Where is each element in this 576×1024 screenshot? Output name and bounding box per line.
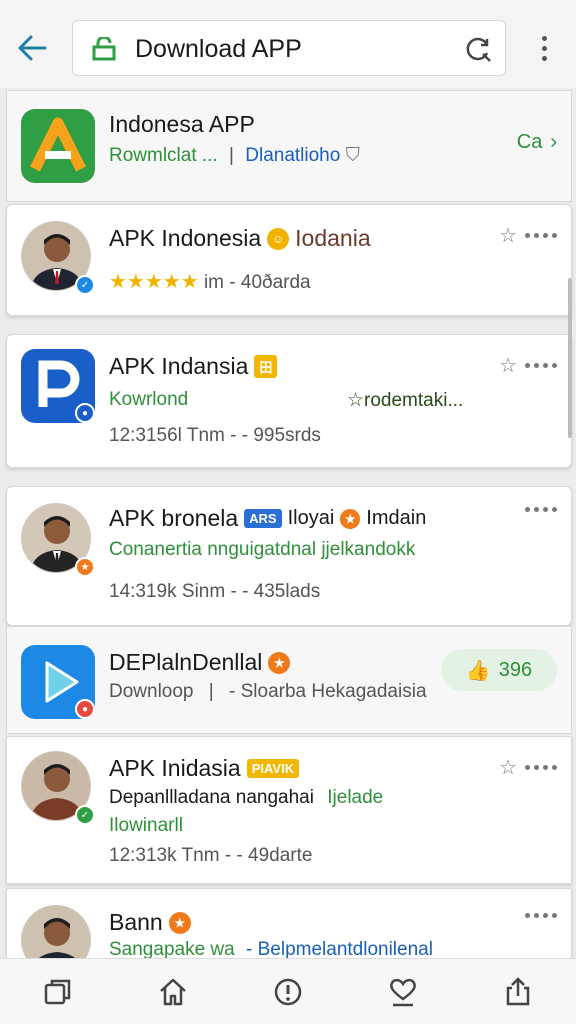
- app-title: Indonesa APP: [109, 111, 255, 137]
- badge-icon: ●: [75, 699, 95, 719]
- star-outline-icon: ☆: [499, 355, 517, 377]
- tabs-icon: [44, 979, 70, 1004]
- scrollbar[interactable]: [568, 278, 572, 438]
- kebab-menu-icon[interactable]: [528, 30, 560, 66]
- title-extra: Iloyai: [287, 507, 335, 529]
- app-subtitle: Conanertia nnguigatdnal jjelkandokk: [109, 539, 416, 560]
- refresh-search-icon[interactable]: [463, 34, 493, 69]
- category-tag: ARS: [244, 509, 282, 528]
- app-subtitle: Rowmlclat ...: [109, 145, 218, 166]
- avatar: [21, 905, 95, 959]
- more-options-button[interactable]: ☆: [499, 755, 557, 780]
- separator: |: [208, 681, 214, 702]
- list-item[interactable]: ● APK Indansia 田 Kowrlond ☆rodemtaki... …: [6, 334, 572, 468]
- star-outline-icon: ☆: [499, 757, 517, 779]
- title-extra: Iodania: [295, 225, 371, 251]
- app-title: DEPlalnDenllal: [109, 649, 263, 675]
- list-item[interactable]: ★ APK bronela ARS Iloyai ★ Imdain Conane…: [6, 486, 572, 626]
- list-item[interactable]: Bann ★ Sangapake wa - Belpmelantdlonilen…: [6, 888, 572, 960]
- tabs-button[interactable]: [33, 967, 83, 1017]
- verified-icon: ●: [75, 403, 95, 423]
- like-count-button[interactable]: 👍 396: [441, 649, 557, 691]
- open-link[interactable]: Ca ›: [517, 131, 557, 154]
- app-icon: [21, 109, 95, 183]
- home-icon: [159, 978, 186, 1005]
- back-button[interactable]: [14, 30, 50, 66]
- star-badge-icon: ★: [168, 911, 191, 934]
- app-detail: Dlanatlioho: [245, 145, 341, 166]
- coin-icon: ☺: [267, 227, 290, 250]
- app-title: APK Indonesia: [109, 225, 262, 251]
- info-button[interactable]: [263, 967, 313, 1017]
- list-item[interactable]: ● DEPlalnDenllal ★ Downloop | - Sloarba …: [6, 626, 572, 734]
- app-title: Bann: [109, 909, 163, 935]
- thumbs-up-icon: 👍: [465, 659, 491, 682]
- avatar: ✓: [21, 221, 95, 295]
- bottom-navigation: [0, 958, 576, 1024]
- list-item[interactable]: ✓ APK Indonesia ☺ Iodania ★★★★★ im - 40ð…: [6, 204, 572, 316]
- dots-icon: [525, 233, 557, 238]
- arrow-left-icon: [18, 35, 47, 61]
- more-options-button[interactable]: ☆: [499, 353, 557, 378]
- app-subtitle-2: Ilowinarll: [109, 815, 183, 836]
- more-options-button[interactable]: ☆: [499, 223, 557, 248]
- share-icon: [507, 976, 530, 1005]
- like-count: 396: [498, 658, 533, 681]
- app-meta: im - 40ðarda: [203, 272, 311, 293]
- verified-icon: ✓: [75, 275, 95, 295]
- dots-icon: [525, 507, 557, 512]
- app-detail: - Belpmelantdlonilenal: [246, 939, 433, 960]
- app-icon: ●: [21, 349, 95, 423]
- app-title: APK Indansia: [109, 353, 249, 379]
- open-label: Ca: [516, 131, 543, 153]
- category-tag: PIAVIK: [246, 759, 300, 778]
- browser-toolbar: Download APP: [0, 8, 576, 88]
- star-badge-icon: ★: [268, 651, 291, 674]
- share-button[interactable]: [493, 967, 543, 1017]
- rating-stars: ★★★★★: [109, 271, 199, 293]
- app-subtitle: Kowrlond: [109, 389, 189, 410]
- app-title: APK Inidasia: [109, 755, 241, 781]
- favorites-button[interactable]: [378, 967, 428, 1017]
- verified-icon: ✓: [75, 805, 95, 825]
- home-button[interactable]: [148, 967, 198, 1017]
- heart-icon: [390, 978, 417, 1006]
- app-subtitle: Depanllladana nangahai: [109, 787, 314, 808]
- title-extra-2: Imdain: [366, 507, 427, 529]
- star-outline-icon: ☆: [499, 225, 517, 247]
- dots-icon: [525, 363, 557, 368]
- list-item[interactable]: ✓ APK Inidasia PIAVIK Depanllladana nang…: [6, 736, 572, 884]
- star-badge-icon: ★: [340, 508, 361, 529]
- app-meta: 12:3156l Tnm - - 995srds: [109, 425, 321, 446]
- shield-icon: ⛉: [345, 145, 360, 166]
- category-tag: 田: [254, 355, 278, 378]
- app-icon: ●: [21, 645, 95, 719]
- app-meta: 12:313k Tnm - - 49darte: [109, 845, 313, 866]
- status-bar: [0, 0, 576, 8]
- separator: |: [229, 145, 234, 166]
- more-options-button[interactable]: [525, 507, 557, 512]
- app-subtitle: Downloop: [109, 681, 194, 702]
- app-detail: ☆rodemtaki...: [347, 390, 464, 411]
- app-subtitle: Sangapake wa: [109, 939, 235, 960]
- list-item[interactable]: Indonesa APP Rowmlclat ... | Dlanatlioho…: [6, 90, 572, 202]
- app-detail: Ijelade: [327, 787, 384, 808]
- address-text: Download APP: [135, 35, 302, 63]
- lock-icon: [91, 35, 117, 66]
- app-detail: - Sloarba Hekagadaisia: [229, 681, 427, 702]
- app-meta: 14:319k Sinm - - 435lads: [109, 581, 321, 602]
- address-bar[interactable]: Download APP: [72, 20, 506, 76]
- more-options-button[interactable]: [525, 913, 557, 918]
- info-icon: [274, 978, 302, 1005]
- avatar: ✓: [21, 751, 95, 825]
- app-title: APK bronela: [109, 505, 239, 531]
- dots-icon: [525, 765, 557, 770]
- chevron-right-icon: ›: [550, 131, 557, 153]
- badge-icon: ★: [75, 557, 95, 577]
- dots-icon: [525, 913, 557, 918]
- avatar: ★: [21, 503, 95, 577]
